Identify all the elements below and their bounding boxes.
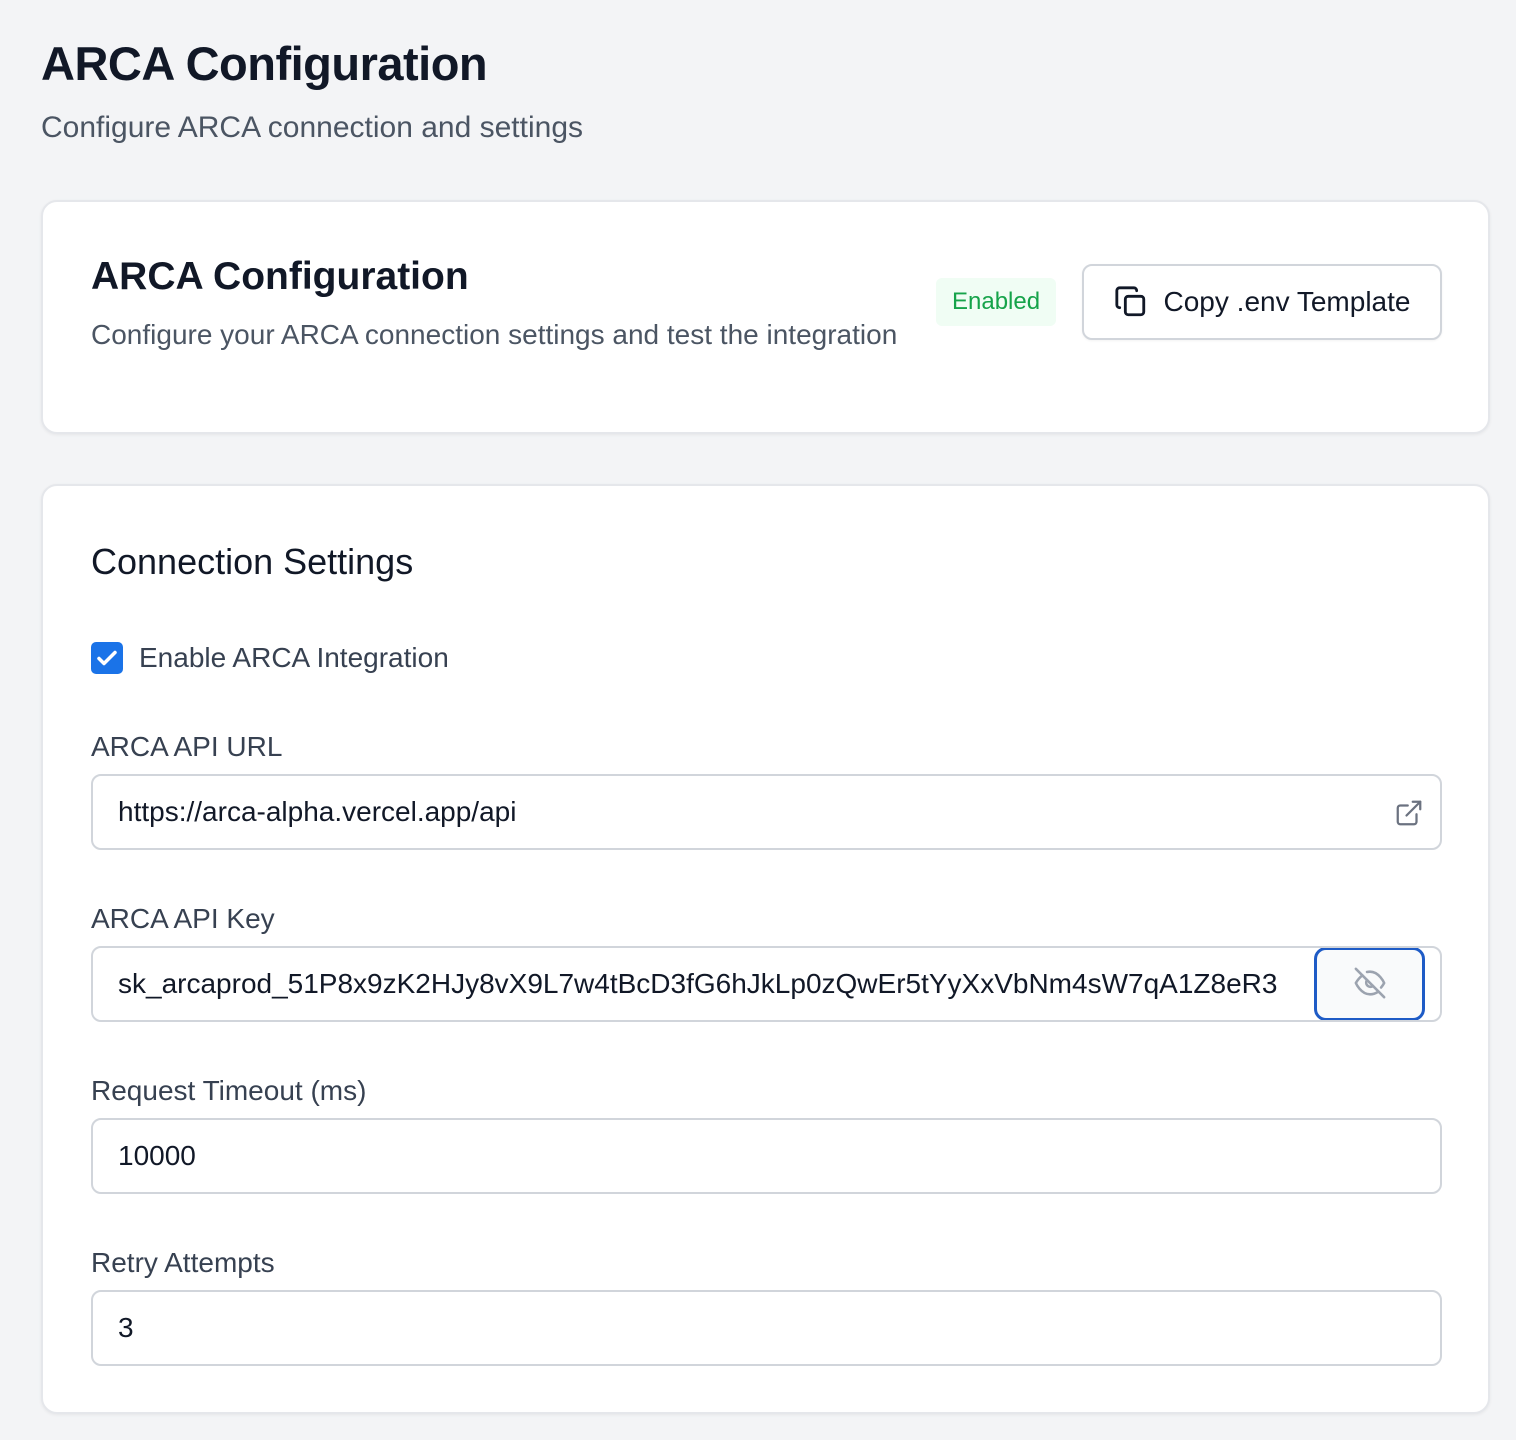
api-key-value: sk_arcaprod_51P8x9zK2HJy8vX9L7w4tBcD3fG6… <box>118 968 1278 999</box>
eye-off-icon <box>1353 966 1387 1003</box>
configuration-header-card: ARCA Configuration Configure your ARCA c… <box>41 200 1490 434</box>
card-description: Configure your ARCA connection settings … <box>91 319 898 350</box>
page-title: ARCA Configuration <box>41 37 488 90</box>
copy-icon <box>1114 285 1148 319</box>
timeout-value: 10000 <box>118 1140 196 1171</box>
enable-integration-label[interactable]: Enable ARCA Integration <box>139 642 449 674</box>
api-url-input[interactable]: https://arca-alpha.vercel.app/api <box>91 774 1442 850</box>
enable-integration-checkbox[interactable] <box>91 642 123 674</box>
timeout-input[interactable]: 10000 <box>91 1118 1442 1194</box>
retry-input[interactable]: 3 <box>91 1290 1442 1366</box>
page-subtitle: Configure ARCA connection and settings <box>41 111 584 144</box>
toggle-key-visibility-button[interactable] <box>1314 948 1425 1020</box>
retry-label: Retry Attempts <box>91 1247 275 1278</box>
copy-button-label: Copy .env Template <box>1163 286 1411 317</box>
arca-configuration-page: ARCA Configuration Configure ARCA connec… <box>0 0 1516 1440</box>
retry-value: 3 <box>118 1312 134 1343</box>
status-badge: Enabled <box>936 278 1057 326</box>
api-key-input[interactable]: sk_arcaprod_51P8x9zK2HJy8vX9L7w4tBcD3fG6… <box>91 946 1442 1022</box>
api-url-value: https://arca-alpha.vercel.app/api <box>118 796 517 827</box>
card-title: ARCA Configuration <box>91 255 469 298</box>
connection-settings-card: Connection Settings Enable ARCA Integrat… <box>41 484 1490 1414</box>
api-key-label: ARCA API Key <box>91 903 275 934</box>
external-link-icon[interactable] <box>1394 798 1424 835</box>
enable-integration-row: Enable ARCA Integration <box>91 642 449 674</box>
check-icon <box>97 650 117 666</box>
api-url-label: ARCA API URL <box>91 731 283 762</box>
timeout-label: Request Timeout (ms) <box>91 1075 367 1106</box>
section-title: Connection Settings <box>91 541 414 582</box>
copy-env-template-button[interactable]: Copy .env Template <box>1082 264 1442 340</box>
